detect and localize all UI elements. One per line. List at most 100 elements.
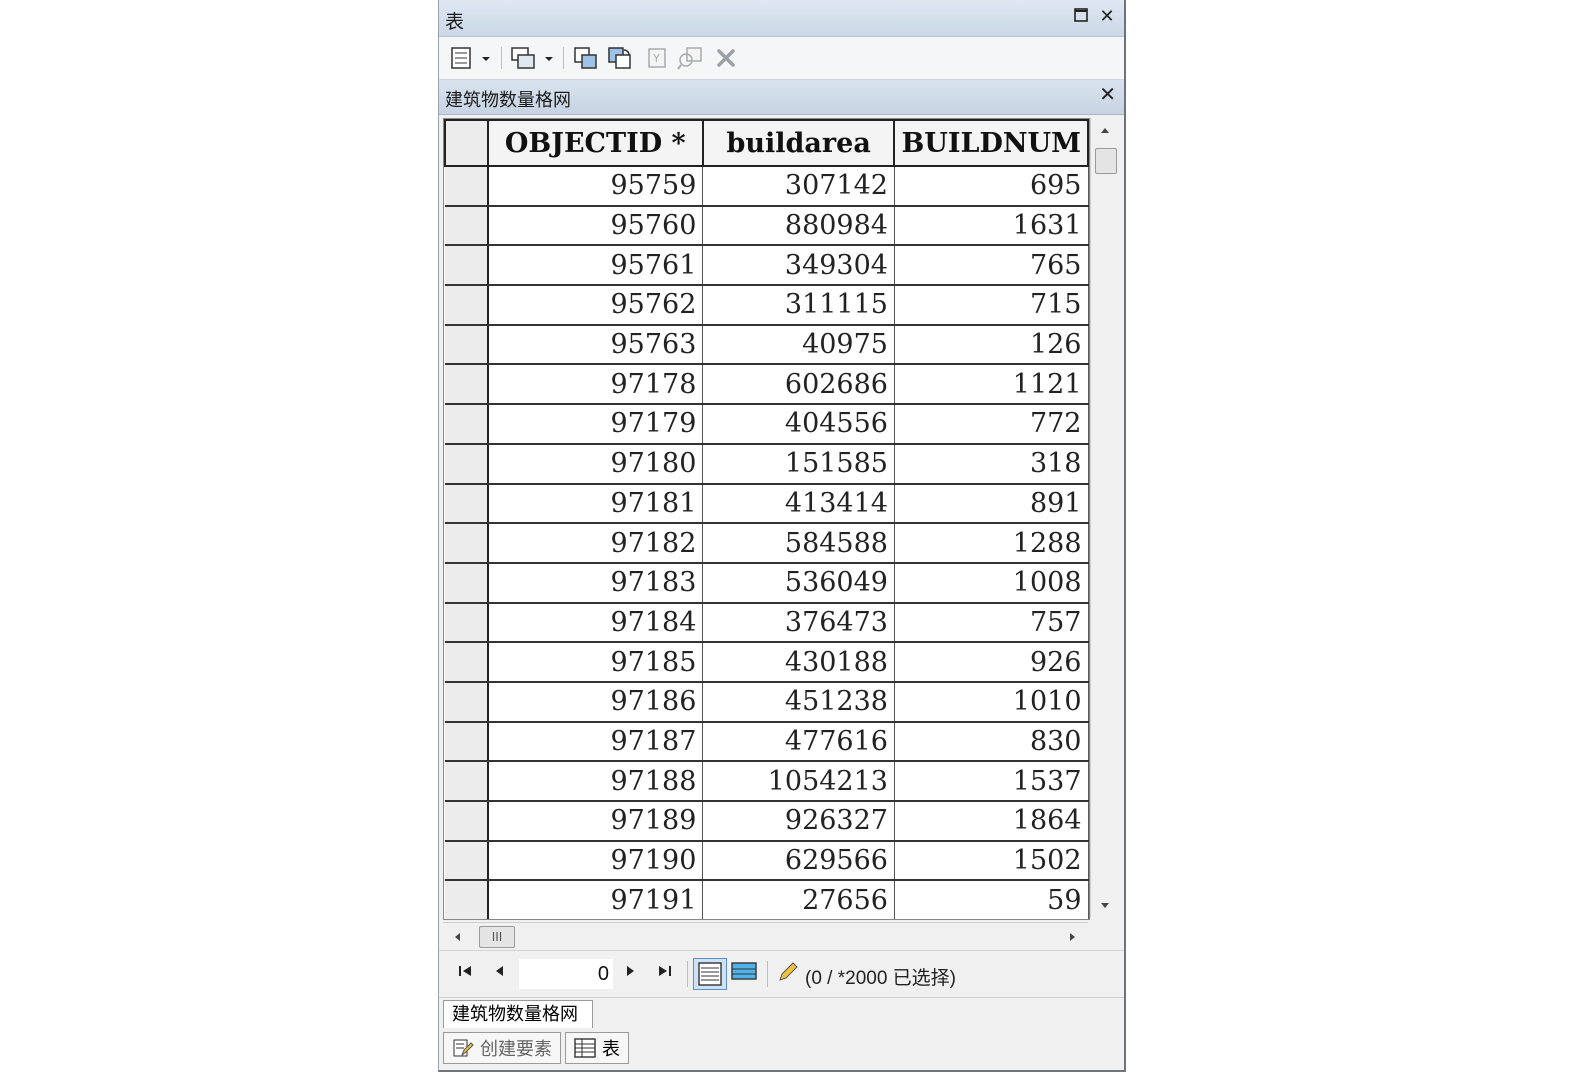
buildarea-cell[interactable]: 451238 [702, 681, 895, 723]
row-selector[interactable] [445, 761, 489, 802]
scroll-up-icon[interactable] [1099, 126, 1111, 134]
select-by-attributes-button[interactable] [571, 45, 601, 71]
table-row[interactable]: 97188 1054213 1537 [445, 761, 1089, 802]
horizontal-scrollbar[interactable]: III [443, 922, 1088, 949]
delete-selected-button[interactable] [711, 45, 741, 71]
row-selector[interactable] [445, 404, 489, 445]
buildarea-cell[interactable]: 602686 [702, 364, 895, 406]
row-selector[interactable] [445, 324, 489, 366]
buildarea-cell[interactable]: 311115 [702, 285, 895, 326]
row-selector[interactable] [445, 166, 489, 207]
buildarea-cell[interactable]: 376473 [702, 602, 895, 644]
buildnum-cell[interactable]: 891 [894, 483, 1089, 525]
table-row[interactable]: 97178 602686 1121 [445, 364, 1089, 406]
objectid-cell[interactable]: 95763 [487, 324, 704, 366]
select-all-header[interactable] [444, 119, 489, 167]
buildarea-cell[interactable]: 40975 [702, 324, 895, 366]
row-selector[interactable] [445, 681, 489, 723]
row-selector[interactable] [445, 602, 489, 644]
objectid-cell[interactable]: 97189 [487, 801, 704, 842]
column-header-objectid[interactable]: OBJECTID * [486, 119, 704, 167]
buildnum-cell[interactable]: 1010 [894, 681, 1089, 723]
objectid-cell[interactable]: 97183 [487, 562, 704, 604]
objectid-cell[interactable]: 97180 [487, 443, 704, 485]
objectid-cell[interactable]: 97186 [487, 681, 704, 723]
scroll-left-icon[interactable] [453, 931, 461, 943]
table-row[interactable]: 97183 536049 1008 [445, 562, 1089, 604]
last-record-button[interactable] [657, 963, 673, 983]
vertical-scrollbar[interactable] [1090, 118, 1119, 918]
current-record-input[interactable]: 0 [519, 959, 613, 989]
table-row[interactable]: 95761 349304 765 [445, 245, 1089, 287]
buildnum-cell[interactable]: 1121 [894, 364, 1089, 406]
table-row[interactable]: 97191 27656 59 [445, 880, 1089, 919]
row-selector[interactable] [445, 880, 489, 919]
objectid-cell[interactable]: 97187 [487, 721, 704, 763]
objectid-cell[interactable]: 97185 [487, 642, 704, 683]
table-row[interactable]: 97189 926327 1864 [445, 801, 1089, 842]
buildarea-cell[interactable]: 880984 [702, 205, 895, 247]
buildarea-cell[interactable]: 151585 [702, 443, 895, 485]
objectid-cell[interactable]: 97178 [487, 364, 704, 406]
buildarea-cell[interactable]: 413414 [702, 483, 895, 525]
table-row[interactable]: 97186 451238 1010 [445, 681, 1089, 723]
buildnum-cell[interactable]: 772 [894, 404, 1089, 445]
table-row[interactable]: 95759 307142 695 [445, 166, 1089, 207]
table-row[interactable]: 97181 413414 891 [445, 483, 1089, 525]
buildnum-cell[interactable]: 830 [894, 721, 1089, 763]
table-row[interactable]: 97185 430188 926 [445, 642, 1089, 683]
objectid-cell[interactable]: 95762 [487, 285, 704, 326]
table-row[interactable]: 97180 151585 318 [445, 443, 1089, 485]
objectid-cell[interactable]: 97182 [487, 523, 704, 564]
scroll-right-icon[interactable] [1069, 931, 1077, 943]
tab-table[interactable]: 表 [565, 1032, 629, 1064]
row-selector[interactable] [445, 801, 489, 842]
table-row[interactable]: 95760 880984 1631 [445, 205, 1089, 247]
buildarea-cell[interactable]: 349304 [702, 245, 895, 287]
objectid-cell[interactable]: 97184 [487, 602, 704, 644]
next-record-button[interactable] [625, 963, 637, 983]
buildarea-cell[interactable]: 926327 [702, 801, 895, 842]
buildarea-cell[interactable]: 430188 [702, 642, 895, 683]
objectid-cell[interactable]: 97181 [487, 483, 704, 525]
buildnum-cell[interactable]: 126 [894, 324, 1089, 366]
scroll-down-icon[interactable] [1099, 902, 1111, 910]
row-selector[interactable] [445, 840, 489, 882]
table-row[interactable]: 97190 629566 1502 [445, 840, 1089, 882]
buildnum-cell[interactable]: 318 [894, 443, 1089, 485]
row-selector[interactable] [445, 245, 489, 287]
buildnum-cell[interactable]: 765 [894, 245, 1089, 287]
row-selector[interactable] [445, 364, 489, 406]
buildnum-cell[interactable]: 59 [894, 880, 1089, 919]
objectid-cell[interactable]: 97190 [487, 840, 704, 882]
close-icon[interactable]: ✕ [1095, 4, 1119, 30]
buildarea-cell[interactable]: 307142 [702, 166, 895, 207]
maximize-icon[interactable] [1069, 4, 1093, 30]
table-row[interactable]: 97184 376473 757 [445, 602, 1089, 644]
tab-create-features[interactable]: 创建要素 [443, 1032, 561, 1064]
table-row[interactable]: 95762 311115 715 [445, 285, 1089, 326]
buildarea-cell[interactable]: 477616 [702, 721, 895, 763]
row-selector[interactable] [445, 443, 489, 485]
buildarea-cell[interactable]: 1054213 [702, 761, 895, 802]
show-all-records-button[interactable] [693, 958, 727, 994]
buildnum-cell[interactable]: 1864 [894, 801, 1089, 842]
buildnum-cell[interactable]: 926 [894, 642, 1089, 683]
column-header-buildnum[interactable]: BUILDNUM [893, 119, 1089, 167]
buildnum-cell[interactable]: 1008 [894, 562, 1089, 604]
table-options-button[interactable] [449, 45, 493, 71]
buildarea-cell[interactable]: 536049 [702, 562, 895, 604]
buildnum-cell[interactable]: 1288 [894, 523, 1089, 564]
buildnum-cell[interactable]: 1502 [894, 840, 1089, 882]
related-tables-button[interactable] [509, 45, 555, 71]
row-selector[interactable] [445, 285, 489, 326]
row-selector[interactable] [445, 523, 489, 564]
row-selector[interactable] [445, 642, 489, 683]
row-selector[interactable] [445, 205, 489, 247]
objectid-cell[interactable]: 95761 [487, 245, 704, 287]
buildnum-cell[interactable]: 695 [894, 166, 1089, 207]
buildnum-cell[interactable]: 715 [894, 285, 1089, 326]
zoom-to-selected-button[interactable] [675, 45, 707, 71]
buildnum-cell[interactable]: 1631 [894, 205, 1089, 247]
objectid-cell[interactable]: 97179 [487, 404, 704, 445]
